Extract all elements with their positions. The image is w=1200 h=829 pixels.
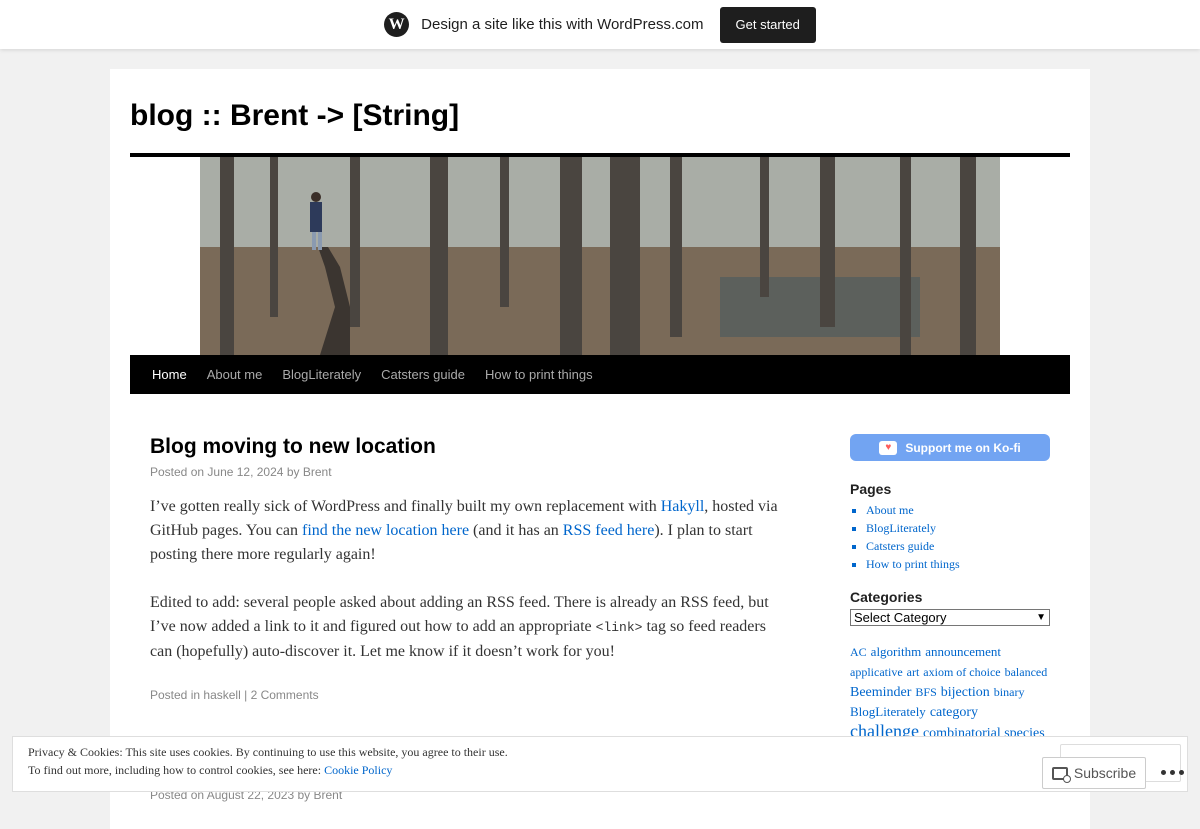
kofi-button[interactable]: ♥ Support me on Ko-fi	[850, 434, 1050, 461]
new-location-link[interactable]: find the new location here	[302, 522, 469, 539]
main-content: Blog moving to new location Posted on Ju…	[150, 429, 790, 702]
nav-item-catsters-guide[interactable]: Catsters guide	[371, 355, 475, 394]
page-wrapper: blog :: Brent -> [String] Home About me …	[110, 69, 1090, 829]
chevron-down-icon: ▼	[1036, 612, 1046, 623]
nav-item-about-me[interactable]: About me	[197, 355, 273, 394]
pages-widget-title: Pages	[850, 481, 892, 497]
rss-feed-link[interactable]: RSS feed here	[563, 522, 655, 539]
pages-list-item: Catsters guide	[866, 537, 1050, 555]
post-paragraph-2: Edited to add: several people asked abou…	[150, 591, 790, 664]
utility-separator: |	[244, 688, 248, 702]
post-date-link[interactable]: June 12, 2024	[207, 465, 283, 479]
tag-link[interactable]: balanced	[1005, 665, 1048, 679]
post-meta: Posted on June 12, 2024 by Brent	[150, 465, 790, 479]
post-body: I’ve gotten really sick of WordPress and…	[150, 495, 790, 664]
category-select-value: Select Category	[854, 610, 947, 625]
category-link[interactable]: haskell	[203, 688, 240, 702]
post-author-link[interactable]: Brent	[303, 465, 332, 479]
kofi-cup-icon: ♥	[879, 440, 898, 455]
pages-list-item: How to print things	[866, 555, 1050, 573]
tag-link[interactable]: BFS	[915, 685, 936, 699]
nav-item-home[interactable]: Home	[142, 355, 197, 394]
cookie-banner: Privacy & Cookies: This site uses cookie…	[12, 736, 1188, 792]
tag-link[interactable]: BlogLiterately	[850, 704, 926, 719]
post-title[interactable]: Blog moving to new location	[150, 435, 790, 459]
page-link-about-me[interactable]: About me	[866, 503, 914, 517]
tag-link[interactable]: binary	[994, 685, 1025, 699]
pages-list-item: BlogLiterately	[866, 519, 1050, 537]
kofi-label: Support me on Ko-fi	[905, 440, 1021, 455]
forest-photo-illustration	[200, 157, 1000, 355]
tag-link[interactable]: category	[930, 705, 978, 720]
site-title[interactable]: blog :: Brent -> [String]	[130, 99, 459, 133]
nav-item-blogliterately[interactable]: BlogLiterately	[272, 355, 371, 394]
tag-link[interactable]: algorithm	[871, 644, 922, 659]
pages-list-item: About me	[866, 501, 1050, 519]
cookie-text-line-1: Privacy & Cookies: This site uses cookie…	[28, 745, 508, 759]
more-options-icon[interactable]	[1156, 762, 1188, 782]
wordpress-logo-icon: W	[384, 12, 410, 37]
page-link-how-to-print-things[interactable]: How to print things	[866, 557, 960, 571]
banner-text: Design a site like this with WordPress.c…	[421, 16, 704, 33]
cookie-text-line-2-prefix: To find out more, including how to contr…	[28, 763, 325, 777]
p1-text-a: I’ve gotten really sick of WordPress and…	[150, 498, 661, 515]
subscribe-label: Subscribe	[1073, 765, 1137, 781]
category-select[interactable]: Select Category ▼	[850, 609, 1050, 626]
pages-list: About me BlogLiterately Catsters guide H…	[850, 501, 1050, 573]
tag-link[interactable]: announcement	[925, 644, 1001, 659]
nav-item-how-to-print-things[interactable]: How to print things	[475, 355, 603, 394]
tag-link[interactable]: bijection	[941, 685, 990, 700]
post-utility: Posted in haskell | 2 Comments	[150, 688, 790, 702]
posted-in-label: Posted in	[150, 688, 201, 702]
subscribe-button[interactable]: Subscribe	[1042, 757, 1146, 789]
post-paragraph-1: I’ve gotten really sick of WordPress and…	[150, 495, 790, 567]
wordpress-banner: W Design a site like this with WordPress…	[0, 0, 1200, 49]
by-label: by	[286, 465, 300, 479]
tag-link[interactable]: AC	[850, 645, 867, 659]
tag-link[interactable]: art	[907, 665, 920, 679]
cookie-policy-link[interactable]: Cookie Policy	[324, 763, 392, 777]
link-tag-code: <link>	[595, 620, 643, 635]
tag-link[interactable]: applicative	[850, 665, 903, 679]
get-started-button[interactable]: Get started	[719, 6, 816, 43]
main-nav: Home About me BlogLiterately Catsters gu…	[130, 355, 1070, 394]
categories-widget-title: Categories	[850, 589, 923, 605]
page-link-blogliterately[interactable]: BlogLiterately	[866, 521, 936, 535]
cookie-text-line-2: To find out more, including how to contr…	[28, 763, 392, 778]
comments-link[interactable]: 2 Comments	[251, 688, 319, 702]
reader-icon	[1051, 766, 1071, 783]
hakyll-link[interactable]: Hakyll	[661, 498, 705, 515]
page-link-catsters-guide[interactable]: Catsters guide	[866, 539, 934, 553]
tag-link[interactable]: axiom of choice	[923, 665, 1000, 679]
p1-text-c: (and it has an	[469, 522, 563, 539]
header-image	[200, 157, 1000, 355]
sidebar: ♥ Support me on Ko-fi Pages About me Blo…	[850, 434, 1050, 784]
posted-on-label: Posted on	[150, 465, 205, 479]
tag-link[interactable]: Beeminder	[850, 685, 911, 700]
